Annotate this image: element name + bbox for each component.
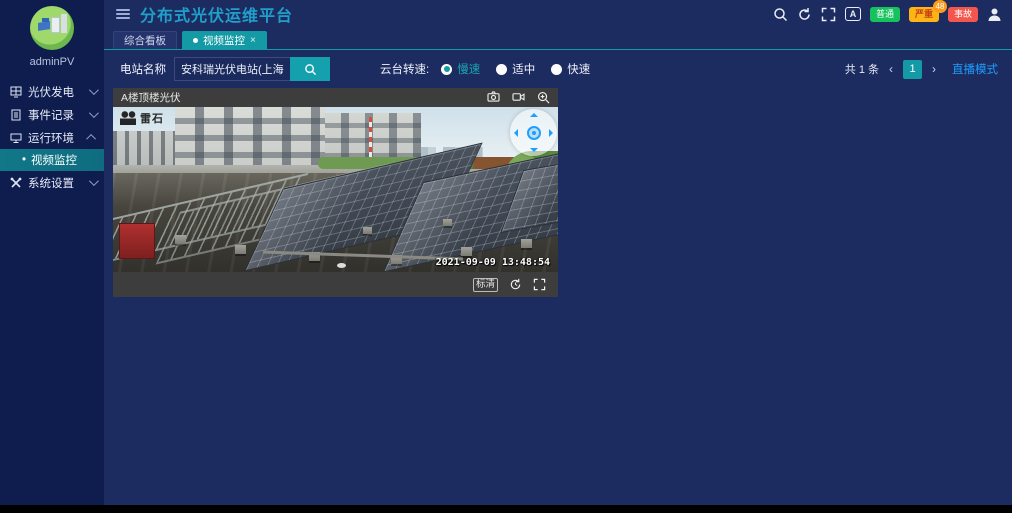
ptz-speed-radio-group: 慢速 适中 快速 — [441, 61, 590, 77]
next-page-button[interactable]: › — [932, 62, 936, 76]
camera-title: A楼顶楼光伏 — [121, 92, 181, 104]
radio-medium[interactable]: 适中 — [496, 61, 535, 77]
hamburger-menu-icon[interactable] — [116, 7, 130, 21]
chevron-down-icon — [88, 176, 99, 187]
tab-dashboard[interactable]: 综合看板 — [113, 31, 177, 49]
video-frame[interactable]: 雷石 2021-09-09 13:48:54 — [113, 107, 558, 272]
page-title: 分布式光伏运维平台 — [140, 8, 294, 25]
station-name-label: 电站名称 — [120, 64, 166, 76]
filter-toolbar: 电站名称 云台转速: 慢速 适中 快速 共 1 条 ‹ 1 › 直播模式 — [104, 50, 1012, 88]
close-tab-icon[interactable] — [250, 32, 256, 50]
ptz-right-arrow[interactable] — [549, 128, 553, 137]
search-icon[interactable] — [773, 7, 788, 22]
radio-dot-icon — [496, 63, 508, 75]
expand-icon[interactable] — [533, 278, 546, 291]
vendor-logo-icon — [120, 111, 136, 125]
small-bucket — [337, 263, 346, 268]
video-header-icons — [487, 91, 550, 104]
prev-page-button[interactable]: ‹ — [889, 62, 893, 76]
vendor-logo-text: 雷石 — [140, 113, 164, 125]
app-window: adminPV 光伏发电 事件记录 运行环境 • 视频监控 系统设置 分布式光伏… — [0, 0, 1012, 505]
alarm-badge-label: 严重 — [914, 8, 933, 19]
concrete-block — [521, 239, 532, 248]
quality-badge[interactable]: 标清 — [472, 277, 498, 292]
radio-slow[interactable]: 慢速 — [441, 61, 480, 77]
sidebar-subitem-label: 视频监控 — [31, 155, 78, 167]
radio-fast[interactable]: 快速 — [551, 61, 590, 77]
alarm-badge-normal[interactable]: 普通 — [869, 6, 900, 22]
sidebar-item-pv-generation[interactable]: 光伏发电 — [0, 80, 104, 103]
username: adminPV — [29, 56, 75, 68]
station-search-box — [174, 57, 330, 81]
concrete-block — [461, 247, 472, 256]
pagination-total: 共 1 条 — [844, 64, 879, 76]
red-equipment-box — [119, 223, 155, 259]
tab-bar: 综合看板 视频监控 — [104, 28, 1012, 50]
concrete-block — [363, 227, 372, 234]
sidebar-item-video-monitoring[interactable]: 视频监控 — [0, 149, 104, 171]
crane — [369, 117, 372, 159]
ptz-left-arrow[interactable] — [514, 128, 518, 137]
active-tab-dot-icon — [193, 38, 198, 43]
station-name-input[interactable] — [174, 57, 290, 81]
concrete-block — [235, 245, 246, 254]
sidebar-menu: 光伏发电 事件记录 运行环境 视频监控 — [0, 80, 104, 194]
zoom-in-icon[interactable] — [537, 91, 550, 104]
ptz-up-arrow[interactable] — [529, 113, 538, 117]
chevron-up-icon — [86, 133, 97, 144]
tab-video-monitoring[interactable]: 视频监控 — [182, 31, 267, 49]
video-card-footer: 标清 — [113, 272, 558, 297]
document-icon — [10, 109, 22, 121]
live-mode-link[interactable]: 直播模式 — [952, 61, 998, 77]
tab-label: 视频监控 — [203, 34, 245, 47]
bottom-strip — [0, 505, 1012, 513]
radio-label: 慢速 — [457, 64, 481, 76]
radio-dot-icon — [551, 63, 563, 75]
radio-label: 快速 — [567, 64, 591, 76]
monitor-icon — [10, 132, 22, 144]
chevron-down-icon — [88, 108, 99, 119]
pagination: 共 1 条 ‹ 1 › 直播模式 — [844, 59, 1012, 79]
header-toolbar: 普通 严重48 事故 — [773, 0, 1012, 22]
replay-icon[interactable] — [509, 278, 522, 291]
chevron-down-icon — [88, 85, 99, 96]
ptz-control[interactable] — [510, 109, 557, 156]
concrete-block — [175, 235, 186, 244]
sidebar-item-label: 系统设置 — [28, 177, 74, 190]
sidebar-item-system-settings[interactable]: 系统设置 — [0, 171, 104, 194]
video-timestamp: 2021-09-09 13:48:54 — [435, 257, 550, 268]
language-icon[interactable] — [844, 7, 861, 21]
sidebar-item-label: 运行环境 — [28, 132, 74, 145]
alarm-count-badge: 48 — [932, 0, 947, 13]
ptz-center-button[interactable] — [526, 125, 541, 140]
app-logo — [30, 6, 74, 50]
top-header: 分布式光伏运维平台 普通 严重48 事故 — [104, 0, 1012, 28]
sidebar-item-operating-env[interactable]: 运行环境 — [0, 126, 104, 149]
page-number[interactable]: 1 — [903, 59, 922, 79]
refresh-icon[interactable] — [797, 7, 812, 22]
sidebar-item-event-records[interactable]: 事件记录 — [0, 103, 104, 126]
user-icon[interactable] — [987, 7, 1002, 22]
ptz-down-arrow[interactable] — [529, 148, 538, 152]
tools-icon — [10, 177, 22, 189]
solar-panel-icon — [10, 86, 22, 98]
alarm-badge-severe[interactable]: 严重 48 — [908, 0, 947, 22]
fullscreen-icon[interactable] — [821, 7, 836, 22]
main-building — [175, 107, 325, 171]
sidebar-item-label: 事件记录 — [28, 109, 74, 122]
ptz-speed-label: 云台转速: — [380, 64, 430, 76]
search-button[interactable] — [290, 57, 330, 81]
radio-dot-icon — [441, 63, 453, 75]
alarm-badge-accident[interactable]: 事故 — [947, 6, 978, 22]
video-camera-icon[interactable] — [512, 91, 525, 104]
video-card-header: A楼顶楼光伏 — [113, 88, 558, 107]
vendor-watermark: 雷石 — [120, 110, 164, 126]
concrete-block — [443, 219, 452, 226]
radio-label: 适中 — [512, 64, 536, 76]
snapshot-camera-icon[interactable] — [487, 91, 500, 104]
sidebar-item-label: 光伏发电 — [28, 86, 74, 99]
video-card: A楼顶楼光伏 雷石 2021-09-09 13:48:54 标清 — [113, 88, 558, 297]
sidebar: adminPV 光伏发电 事件记录 运行环境 • 视频监控 系统设置 — [0, 0, 104, 505]
